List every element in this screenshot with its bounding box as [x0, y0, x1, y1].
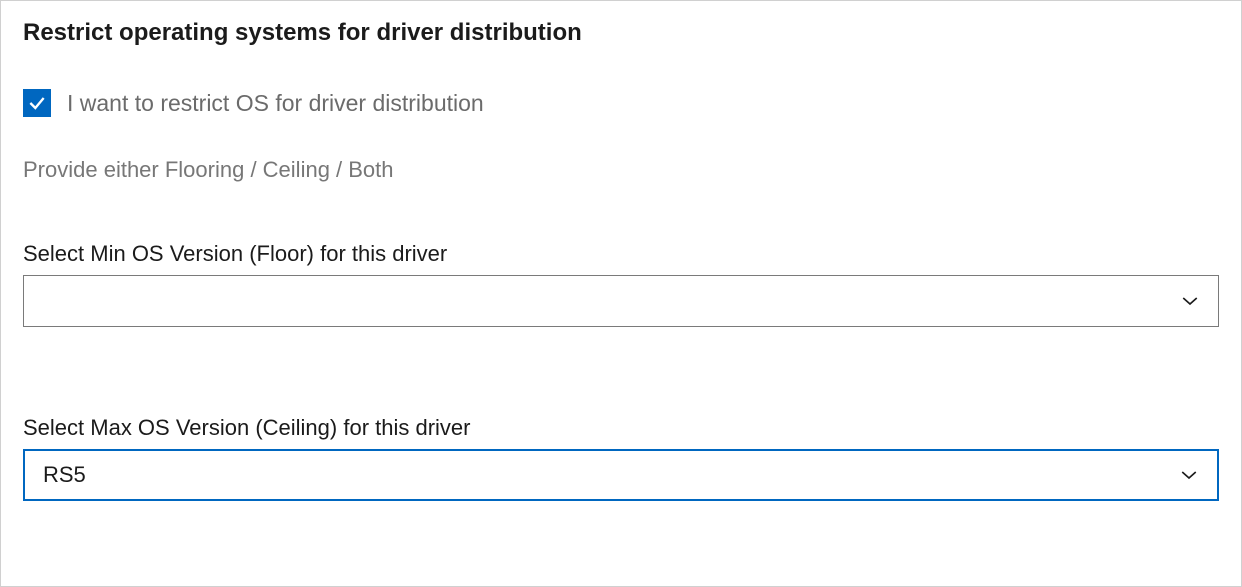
max-os-label: Select Max OS Version (Ceiling) for this… — [23, 415, 1219, 441]
chevron-down-icon — [1180, 291, 1200, 311]
restrict-checkbox[interactable] — [23, 89, 51, 117]
restrict-os-panel: Restrict operating systems for driver di… — [0, 0, 1242, 587]
chevron-down-icon — [1179, 465, 1199, 485]
restrict-checkbox-row[interactable]: I want to restrict OS for driver distrib… — [23, 89, 1219, 117]
min-os-label: Select Min OS Version (Floor) for this d… — [23, 241, 1219, 267]
max-os-dropdown[interactable]: RS5 — [23, 449, 1219, 501]
hint-text: Provide either Flooring / Ceiling / Both — [23, 157, 1219, 183]
max-os-field: Select Max OS Version (Ceiling) for this… — [23, 415, 1219, 501]
min-os-dropdown[interactable] — [23, 275, 1219, 327]
min-os-field: Select Min OS Version (Floor) for this d… — [23, 241, 1219, 327]
max-os-value: RS5 — [43, 462, 86, 488]
panel-heading: Restrict operating systems for driver di… — [23, 19, 1219, 47]
restrict-checkbox-label: I want to restrict OS for driver distrib… — [67, 90, 484, 117]
check-icon — [27, 93, 47, 113]
